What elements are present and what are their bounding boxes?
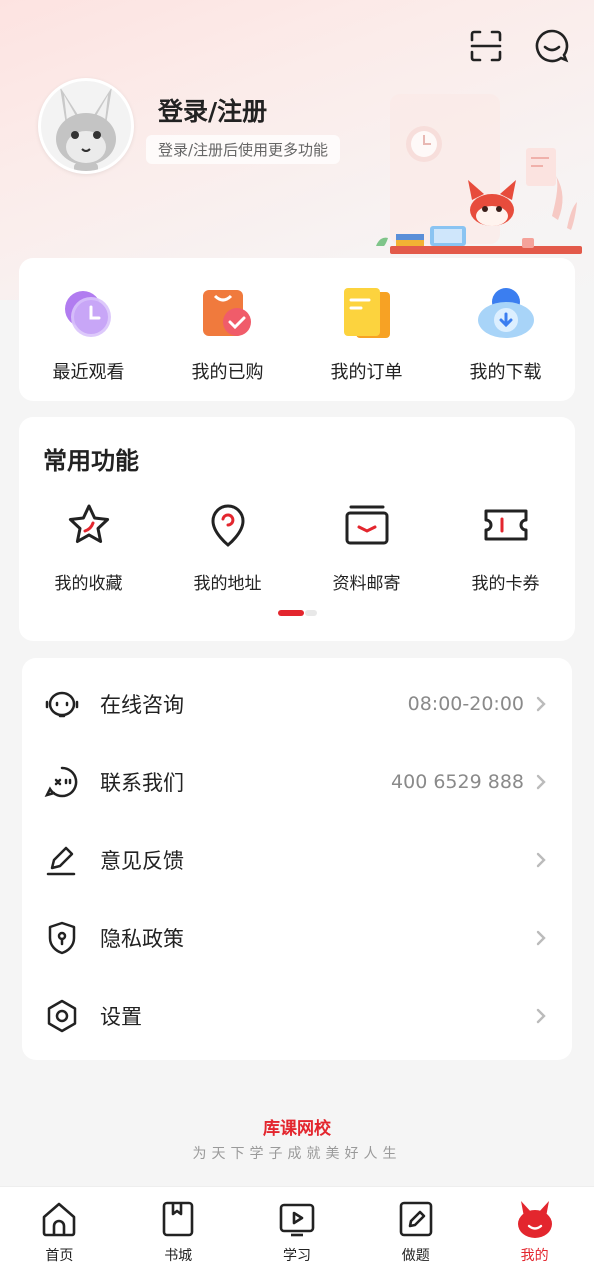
quick-label: 我的已购 <box>191 362 264 383</box>
func-item-favorites[interactable]: 我的收藏 <box>29 501 149 594</box>
func-item-mailing[interactable]: 资料邮寄 <box>307 501 427 594</box>
mascot-illustration <box>376 94 582 254</box>
func-item-address[interactable]: 我的地址 <box>168 501 288 594</box>
list-item-contact[interactable]: 联系我们 400 6529 888 <box>22 743 572 821</box>
list-label: 隐私政策 <box>100 927 184 951</box>
func-label: 资料邮寄 <box>332 574 401 594</box>
chevron-right-icon <box>536 774 546 790</box>
location-icon <box>210 504 245 547</box>
quick-item-download[interactable]: 我的下载 <box>446 284 566 384</box>
bookstore-icon <box>162 1201 194 1237</box>
settings-icon <box>47 999 77 1033</box>
orders-icon <box>343 288 390 338</box>
recent-watch-icon <box>64 291 111 337</box>
section-title: 常用功能 <box>43 447 139 475</box>
func-label: 我的地址 <box>193 574 262 594</box>
mail-icon <box>345 505 388 545</box>
home-icon <box>43 1202 76 1237</box>
avatar[interactable] <box>38 78 134 174</box>
page-indicator <box>278 610 317 616</box>
chevron-right-icon <box>536 1008 546 1024</box>
func-label: 我的收藏 <box>54 574 123 594</box>
chat-icon <box>45 691 79 718</box>
login-title[interactable]: 登录/注册 <box>158 92 267 128</box>
top-actions <box>468 28 570 64</box>
edit-icon <box>46 846 76 876</box>
message-icon[interactable] <box>534 28 570 64</box>
quick-item-orders[interactable]: 我的订单 <box>307 284 427 384</box>
func-label: 我的卡券 <box>471 574 540 594</box>
quick-label: 最近观看 <box>52 362 125 383</box>
tab-study[interactable]: 学习 <box>242 1187 352 1280</box>
profile-icon <box>517 1201 552 1238</box>
list-item-feedback[interactable]: 意见反馈 <box>22 821 572 899</box>
list-item-settings[interactable]: 设置 <box>22 977 572 1055</box>
contact-phone: 400 6529 888 <box>391 771 524 793</box>
list-item-privacy[interactable]: 隐私政策 <box>22 899 572 977</box>
tab-label: 我的 <box>520 1248 549 1264</box>
settings-list: 在线咨询 08:00-20:00 联系我们 400 6529 888 意见反馈 … <box>22 658 572 1060</box>
tab-profile[interactable]: 我的 <box>480 1187 590 1280</box>
tab-home[interactable]: 首页 <box>4 1187 114 1280</box>
chevron-right-icon <box>536 696 546 712</box>
page-dot <box>305 610 317 616</box>
quick-label: 我的下载 <box>469 362 542 383</box>
common-functions-card: 常用功能 我的收藏 我的地址 资料邮寄 我的卡券 <box>19 417 575 641</box>
star-icon <box>68 504 109 543</box>
quick-actions-card: 最近观看 我的已购 我的订单 我的下载 <box>19 258 575 401</box>
list-label: 意见反馈 <box>100 849 184 873</box>
list-item-online-consult[interactable]: 在线咨询 08:00-20:00 <box>22 665 572 743</box>
footer-slogan: 为天下学子成就美好人生 <box>192 1146 402 1162</box>
practice-icon <box>399 1201 433 1237</box>
study-icon <box>279 1203 315 1237</box>
quick-item-purchased[interactable]: 我的已购 <box>168 284 288 384</box>
tab-label: 首页 <box>45 1248 74 1264</box>
quick-label: 我的订单 <box>330 362 403 383</box>
phone-icon <box>44 766 78 798</box>
download-icon <box>477 288 534 338</box>
list-label: 设置 <box>100 1005 142 1029</box>
list-label: 联系我们 <box>100 771 184 795</box>
quick-item-recent[interactable]: 最近观看 <box>29 284 149 384</box>
list-label: 在线咨询 <box>100 693 184 717</box>
login-subtitle: 登录/注册后使用更多功能 <box>146 135 341 164</box>
consult-hours: 08:00-20:00 <box>407 693 524 715</box>
tab-label: 做题 <box>401 1248 430 1264</box>
scan-icon[interactable] <box>468 28 504 64</box>
chevron-right-icon <box>536 852 546 868</box>
footer-brand: 库课网校 <box>263 1119 331 1139</box>
tab-bookstore[interactable]: 书城 <box>123 1187 233 1280</box>
page-dot-active <box>278 610 304 616</box>
chevron-right-icon <box>536 930 546 946</box>
shield-icon <box>48 921 76 955</box>
func-item-coupons[interactable]: 我的卡券 <box>446 501 566 594</box>
tab-practice[interactable]: 做题 <box>361 1187 471 1280</box>
purchased-icon <box>202 290 251 336</box>
bottom-tab-bar: 首页 书城 学习 做题 我的 <box>0 1186 594 1280</box>
tab-label: 学习 <box>282 1248 311 1264</box>
coupon-icon <box>484 509 527 541</box>
tab-label: 书城 <box>164 1248 193 1264</box>
